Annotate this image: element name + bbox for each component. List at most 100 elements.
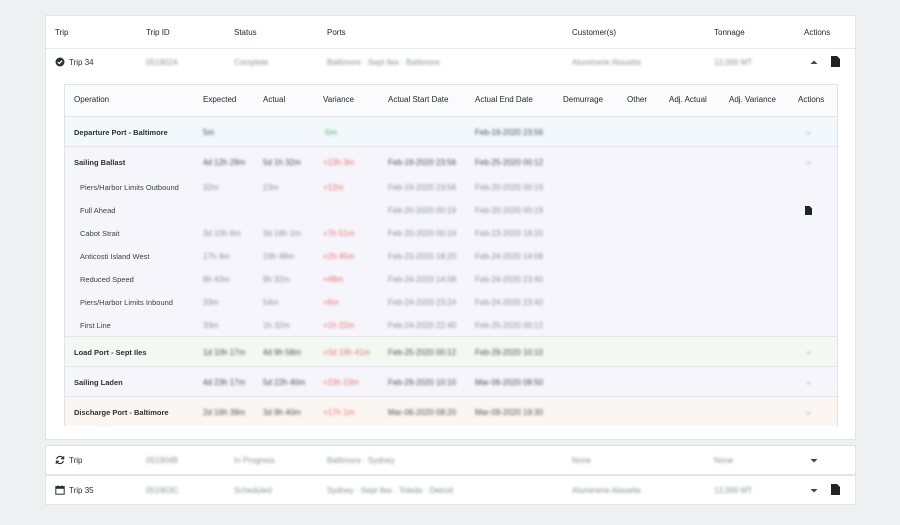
- sailing-ballast-label: Sailing Ballast: [74, 158, 126, 167]
- leg-label: Anticosti Island West: [80, 252, 150, 261]
- col-actions: Actions: [804, 28, 831, 37]
- col-adj-variance: Adj. Variance: [729, 95, 776, 104]
- leg-label: Reduced Speed: [80, 275, 134, 284]
- leg-row: Piers/Harbor Limits Inbound 33m 54m +6m …: [65, 298, 837, 310]
- trip-card-expanded: Trip Trip ID Status Ports Customer(s) To…: [45, 15, 856, 440]
- trip-status: In Progress: [234, 456, 275, 465]
- check-circle-icon: [55, 57, 65, 69]
- calendar-icon: [55, 485, 65, 497]
- trip-ports: Baltimore · Sept Iles · Baltimore: [327, 58, 440, 67]
- col-expected: Expected: [203, 95, 237, 104]
- leg-actual: 1h 32m: [263, 321, 290, 330]
- col-actual-end: Actual End Date: [475, 95, 533, 104]
- trip-tonnage: None: [714, 456, 734, 465]
- col-actual: Actual: [263, 95, 286, 104]
- col-customers: Customer(s): [572, 28, 617, 37]
- load-port-start: Feb-25-2020 00:12: [388, 348, 457, 357]
- leg-row: First Line 33m 1h 32m +1h 22m Feb-24-202…: [65, 321, 837, 333]
- leg-expected: 3d 10h 6m: [203, 229, 241, 238]
- leg-label: Piers/Harbor Limits Outbound: [80, 183, 179, 192]
- departure-expected: 5m: [203, 128, 215, 137]
- chevron-down-icon[interactable]: [809, 487, 819, 497]
- leg-end: Feb-24-2020 23:40: [475, 275, 544, 284]
- trip-id: 051902A: [146, 58, 179, 67]
- departure-end: Feb-19-2020 23:56: [475, 128, 544, 137]
- expand-icon[interactable]: ⌄: [805, 407, 812, 416]
- departure-row: Departure Port - Baltimore 5m -5m Feb-19…: [65, 116, 837, 146]
- leg-start: Feb-24-2020 14:08: [388, 275, 457, 284]
- leg-end: Feb-20-2020 00:19: [475, 206, 544, 215]
- expand-icon[interactable]: ⌄: [805, 377, 812, 386]
- leg-expected: 33m: [203, 298, 219, 307]
- leg-actual: 3d 18h 1m: [263, 229, 301, 238]
- leg-expected: 8h 43m: [203, 275, 230, 284]
- leg-variance: +2h 45m: [323, 252, 355, 261]
- leg-actual: 9h 32m: [263, 275, 290, 284]
- trip-customer: Aluminerie Alouette: [572, 58, 641, 67]
- leg-expected: 33m: [203, 321, 219, 330]
- discharge-port-row: Discharge Port - Baltimore 2d 16h 39m 3d…: [65, 396, 837, 426]
- trip-row[interactable]: Trip 34 051902A Complete Baltimore · Sep…: [46, 56, 855, 71]
- document-icon[interactable]: [831, 484, 840, 497]
- leg-actual: 54m: [263, 298, 279, 307]
- leg-start: Feb-20-2020 00:19: [388, 229, 457, 238]
- leg-row: Full Ahead Feb-20-2020 00:19 Feb-20-2020…: [65, 206, 837, 218]
- leg-variance: +1h 22m: [323, 321, 355, 330]
- leg-row: Piers/Harbor Limits Outbound 32m 23m +12…: [65, 183, 837, 195]
- discharge-expected: 2d 16h 39m: [203, 408, 246, 417]
- sailing-laden-row: Sailing Laden 4d 23h 17m 5d 22h 40m +23h…: [65, 366, 837, 396]
- document-icon[interactable]: [831, 56, 840, 69]
- sailing-laden-expected: 4d 23h 17m: [203, 378, 246, 387]
- sailing-ballast-section: Sailing Ballast 4d 12h 29m 5d 1h 32m +13…: [65, 146, 837, 336]
- trip-id: 051903C: [146, 486, 179, 495]
- expand-icon[interactable]: ⌄: [805, 127, 812, 136]
- col-trip: Trip: [55, 28, 69, 37]
- col-demurrage: Demurrage: [563, 95, 604, 104]
- col-adj-actual: Adj. Actual: [669, 95, 707, 104]
- sailing-ballast-start: Feb-19-2020 23:56: [388, 158, 457, 167]
- trip-status: Scheduled: [234, 486, 272, 495]
- expand-icon[interactable]: ⌄: [805, 157, 812, 166]
- leg-start: Feb-23-2020 18:20: [388, 252, 457, 261]
- trip-row[interactable]: Trip 051904B In Progress Baltimore · Syd…: [45, 445, 856, 475]
- trip-row[interactable]: Trip 35 051903C Scheduled Sydney · Sept …: [45, 475, 856, 505]
- trip-customer: None: [572, 456, 592, 465]
- col-actual-start: Actual Start Date: [388, 95, 449, 104]
- leg-end: Feb-20-2020 00:19: [475, 183, 544, 192]
- leg-start: Feb-24-2020 23:24: [388, 298, 457, 307]
- leg-row: Anticosti Island West 17h 4m 19h 48m +2h…: [65, 252, 837, 264]
- load-port-end: Feb-29-2020 10:10: [475, 348, 544, 357]
- document-icon[interactable]: [805, 206, 812, 217]
- chevron-down-icon[interactable]: [809, 457, 819, 467]
- col-operation: Operation: [74, 95, 110, 104]
- col-variance: Variance: [323, 95, 354, 104]
- sailing-laden-end: Mar-06-2020 08:50: [475, 378, 544, 387]
- refresh-icon: [55, 455, 65, 467]
- leg-end: Feb-24-2020 23:40: [475, 298, 544, 307]
- col-ports: Ports: [327, 28, 346, 37]
- sailing-ballast-variance: +13h 3m: [323, 158, 355, 167]
- leg-row: Cabot Strait 3d 10h 6m 3d 18h 1m +7h 51m…: [65, 229, 837, 241]
- col-status: Status: [234, 28, 257, 37]
- sailing-laden-label: Sailing Laden: [74, 378, 123, 387]
- discharge-variance: +17h 1m: [323, 408, 355, 417]
- trip-name: Trip 34: [69, 58, 94, 67]
- trip-name: Trip: [69, 456, 83, 465]
- load-port-variance: +3d 18h 41m: [323, 348, 370, 357]
- col-tonnage: Tonnage: [714, 28, 745, 37]
- leg-label: Full Ahead: [80, 206, 116, 215]
- leg-label: First Line: [80, 321, 111, 330]
- sailing-laden-variance: +23h 23m: [323, 378, 359, 387]
- load-port-row: Load Port - Sept Iles 1d 10h 17m 4d 9h 5…: [65, 336, 837, 366]
- trip-id: 051904B: [146, 456, 179, 465]
- operations-header: Operation Expected Actual Variance Actua…: [65, 95, 837, 109]
- leg-row: Reduced Speed 8h 43m 9h 32m +48m Feb-24-…: [65, 275, 837, 287]
- leg-actual: 19h 48m: [263, 252, 295, 261]
- load-port-actual: 4d 9h 58m: [263, 348, 301, 357]
- trip-tonnage: 12,000 MT: [714, 58, 753, 67]
- col-ops-actions: Actions: [798, 95, 825, 104]
- expand-icon[interactable]: ⌄: [805, 347, 812, 356]
- leg-actual: 23m: [263, 183, 279, 192]
- chevron-up-icon[interactable]: [809, 58, 819, 68]
- sailing-ballast-actual: 5d 1h 32m: [263, 158, 301, 167]
